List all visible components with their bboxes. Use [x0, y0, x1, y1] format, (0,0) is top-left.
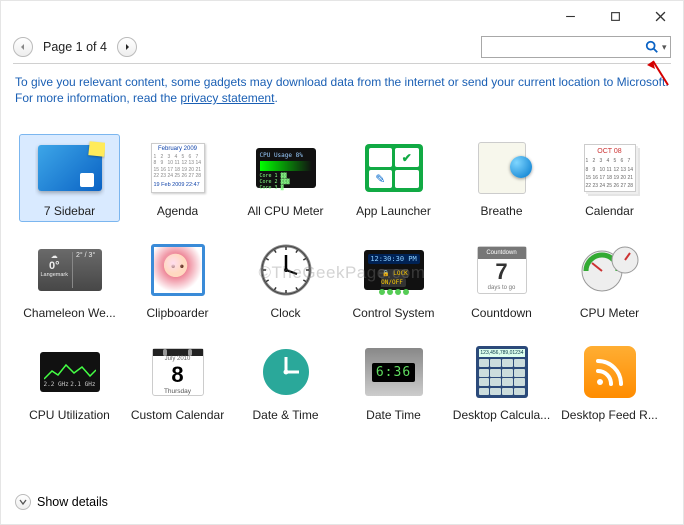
- gadget-label: Calendar: [585, 204, 634, 218]
- search-input[interactable]: [486, 39, 645, 55]
- gadget-item[interactable]: Breathe: [451, 138, 552, 218]
- gadget-thumbnail: February 2009123456789101112131415161718…: [143, 138, 213, 198]
- gadget-item[interactable]: Desktop Feed R...: [559, 342, 660, 422]
- gadget-label: Desktop Calcula...: [453, 408, 550, 422]
- gadget-item[interactable]: ☁0°Langemark2° / 3° Chameleon We...: [19, 240, 120, 320]
- show-details-label: Show details: [37, 495, 108, 509]
- gadget-thumbnail: Countdown7days to go: [467, 240, 537, 300]
- maximize-button[interactable]: [593, 1, 638, 31]
- window-titlebar: [1, 1, 683, 31]
- gadget-thumbnail: ☁0°Langemark2° / 3°: [35, 240, 105, 300]
- gadget-thumbnail: 6:36: [359, 342, 429, 402]
- gadget-label: Breathe: [480, 204, 522, 218]
- gadget-item[interactable]: 6:36 Date Time: [343, 342, 444, 422]
- gadget-item[interactable]: Clock: [235, 240, 336, 320]
- gadget-item[interactable]: CPU Meter: [559, 240, 660, 320]
- gadget-item[interactable]: February 2009123456789101112131415161718…: [127, 138, 228, 218]
- gadget-item[interactable]: 2.2 GHz2.1 GHz CPU Utilization: [19, 342, 120, 422]
- gadget-item[interactable]: Date & Time: [235, 342, 336, 422]
- gadget-label: Desktop Feed R...: [561, 408, 658, 422]
- gadget-thumbnail: [251, 342, 321, 402]
- gadget-item[interactable]: Clipboarder: [127, 240, 228, 320]
- gadget-label: Date & Time: [252, 408, 318, 422]
- gadget-label: Custom Calendar: [131, 408, 224, 422]
- gadget-thumbnail: [575, 240, 645, 300]
- close-button[interactable]: [638, 1, 683, 31]
- gadget-item[interactable]: CPU Usage 8%Core 1 ▓▓Core 2 ▓▓▓Core 3 ▓ …: [235, 138, 336, 218]
- gadget-item[interactable]: ✔✎ App Launcher: [343, 138, 444, 218]
- gadget-label: CPU Meter: [580, 306, 639, 320]
- page-indicator: Page 1 of 4: [43, 40, 107, 54]
- gadget-thumbnail: CPU Usage 8%Core 1 ▓▓Core 2 ▓▓▓Core 3 ▓: [251, 138, 321, 198]
- gadget-label: 7 Sidebar: [44, 204, 95, 218]
- gadget-item[interactable]: 12:30:30 PM🔒 LOCK ON/OFF Control System: [343, 240, 444, 320]
- gadget-label: Chameleon We...: [23, 306, 116, 320]
- gadget-label: Clipboarder: [146, 306, 208, 320]
- gadget-thumbnail: [467, 138, 537, 198]
- gadget-thumbnail: 123,456,789,01234: [467, 342, 537, 402]
- gadget-item[interactable]: OCT 081234567891011121314151617181920212…: [559, 138, 660, 218]
- gadget-label: Agenda: [157, 204, 198, 218]
- gadget-item[interactable]: July 20108Thursday Custom Calendar: [127, 342, 228, 422]
- gadget-item[interactable]: 123,456,789,01234 Desktop Calcula...: [451, 342, 552, 422]
- gadget-thumbnail: OCT 081234567891011121314151617181920212…: [575, 138, 645, 198]
- gadget-thumbnail: [143, 240, 213, 300]
- toolbar-divider: [13, 63, 671, 64]
- search-box[interactable]: ▾: [481, 36, 671, 58]
- search-dropdown-icon[interactable]: ▾: [659, 42, 670, 53]
- toolbar: Page 1 of 4 ▾: [1, 31, 683, 63]
- gadget-label: Countdown: [471, 306, 532, 320]
- search-icon[interactable]: [645, 40, 659, 54]
- chevron-down-icon: [15, 494, 31, 510]
- notice-text: To give you relevant content, some gadge…: [15, 75, 669, 105]
- gadget-thumbnail: [575, 342, 645, 402]
- show-details-toggle[interactable]: Show details: [15, 494, 108, 510]
- minimize-button[interactable]: [548, 1, 593, 31]
- gadget-thumbnail: [35, 138, 105, 198]
- privacy-link[interactable]: privacy statement: [180, 91, 274, 105]
- gadget-thumbnail: ✔✎: [359, 138, 429, 198]
- prev-page-button[interactable]: [13, 37, 33, 57]
- gadget-label: Date Time: [366, 408, 421, 422]
- gadget-thumbnail: 2.2 GHz2.1 GHz: [35, 342, 105, 402]
- gadget-thumbnail: 12:30:30 PM🔒 LOCK ON/OFF: [359, 240, 429, 300]
- next-page-button[interactable]: [117, 37, 137, 57]
- gadget-label: All CPU Meter: [247, 204, 323, 218]
- gadget-item[interactable]: 7 Sidebar: [19, 134, 120, 222]
- gadget-label: Clock: [270, 306, 300, 320]
- gadget-item[interactable]: Countdown7days to go Countdown: [451, 240, 552, 320]
- gadget-label: App Launcher: [356, 204, 431, 218]
- gadget-thumbnail: July 20108Thursday: [143, 342, 213, 402]
- gadget-grid: 7 Sidebar February 200912345678910111213…: [1, 110, 683, 430]
- gadget-label: CPU Utilization: [29, 408, 110, 422]
- privacy-notice: To give you relevant content, some gadge…: [1, 66, 683, 110]
- gadget-label: Control System: [352, 306, 434, 320]
- gadget-thumbnail: [251, 240, 321, 300]
